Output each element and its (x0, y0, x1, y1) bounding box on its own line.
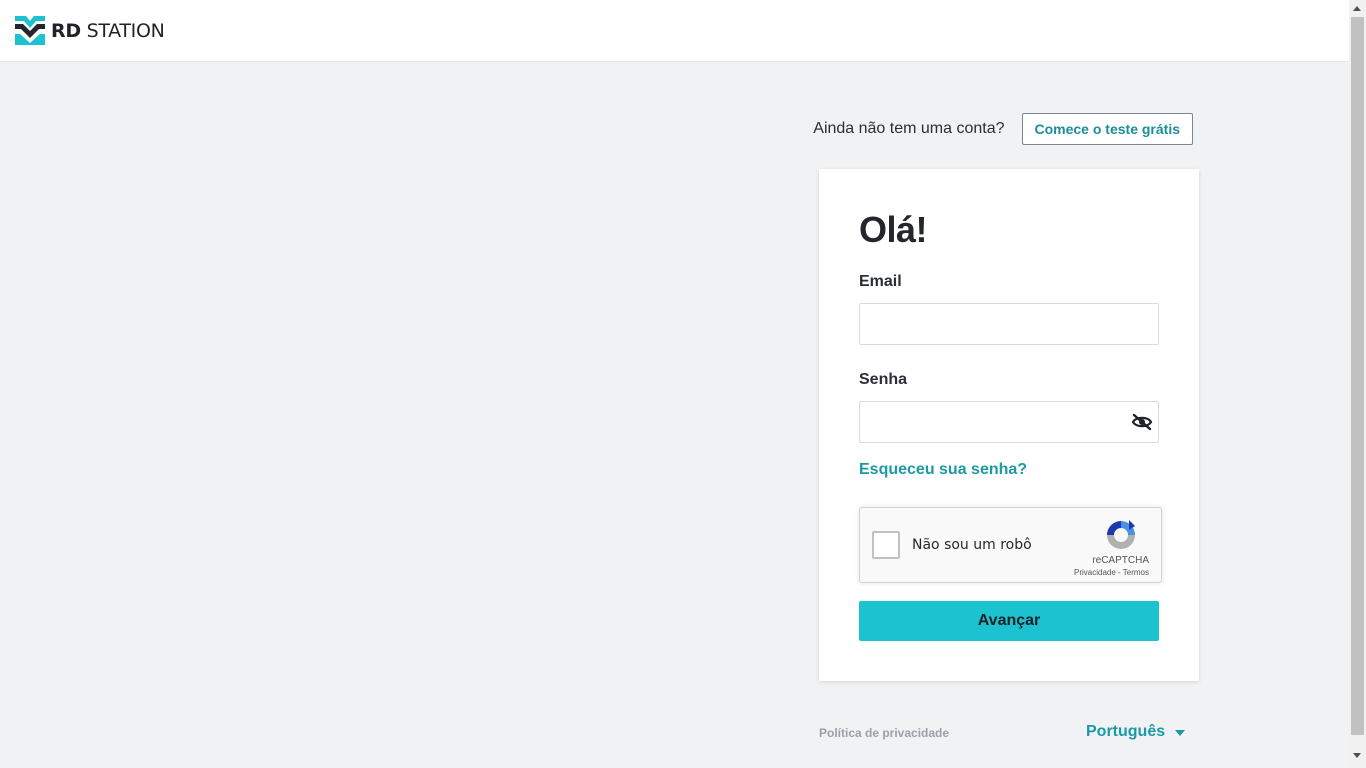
recaptcha-links: Privacidade - Termos (1074, 568, 1149, 577)
scroll-up-arrow-icon[interactable] (1353, 6, 1361, 11)
eye-off-icon (1131, 413, 1153, 431)
submit-button[interactable]: Avançar (859, 601, 1159, 641)
logo-text-rest: STATION (86, 19, 165, 42)
recaptcha-terms-link[interactable]: Termos (1123, 568, 1149, 577)
recaptcha-label: Não sou um robô (912, 537, 1032, 553)
login-card: Olá! Email Senha Esqueceu sua senha? Não… (819, 169, 1199, 681)
privacy-policy-link[interactable]: Política de privacidade (819, 726, 949, 740)
recaptcha-logo-icon (1107, 520, 1135, 549)
recaptcha-checkbox[interactable] (872, 531, 900, 559)
page-title: Olá! (859, 209, 928, 250)
language-selector[interactable]: Português (1086, 723, 1186, 741)
language-label: Português (1086, 723, 1166, 740)
start-free-trial-button[interactable]: Comece o teste grátis (1021, 113, 1193, 145)
password-label: Senha (859, 371, 908, 388)
signup-prompt-row: Ainda não tem uma conta? Comece o teste … (800, 113, 1193, 145)
email-label: Email (859, 273, 902, 290)
signup-prompt-text: Ainda não tem uma conta? (813, 120, 1005, 137)
top-header: RD STATION (0, 0, 1349, 62)
caret-down-icon (1175, 730, 1186, 736)
scroll-down-arrow-icon[interactable] (1353, 753, 1361, 758)
email-field[interactable] (859, 303, 1159, 345)
logo-text: RD STATION (51, 20, 165, 42)
rd-station-logo-icon (15, 16, 45, 45)
vertical-scrollbar[interactable] (1349, 0, 1366, 768)
recaptcha-links-separator: - (1115, 568, 1123, 577)
forgot-password-link[interactable]: Esqueceu sua senha? (859, 461, 1027, 479)
recaptcha-widget: Não sou um robô reCAPTCHA Privacidade - … (859, 507, 1162, 583)
recaptcha-brand: reCAPTCHA (1092, 555, 1149, 566)
logo-text-bold: RD (51, 19, 81, 42)
password-field[interactable] (859, 401, 1159, 443)
scrollbar-thumb[interactable] (1351, 17, 1364, 735)
rd-station-logo[interactable]: RD STATION (15, 16, 165, 45)
recaptcha-privacy-link[interactable]: Privacidade (1074, 568, 1116, 577)
toggle-password-visibility-button[interactable] (1129, 409, 1155, 435)
